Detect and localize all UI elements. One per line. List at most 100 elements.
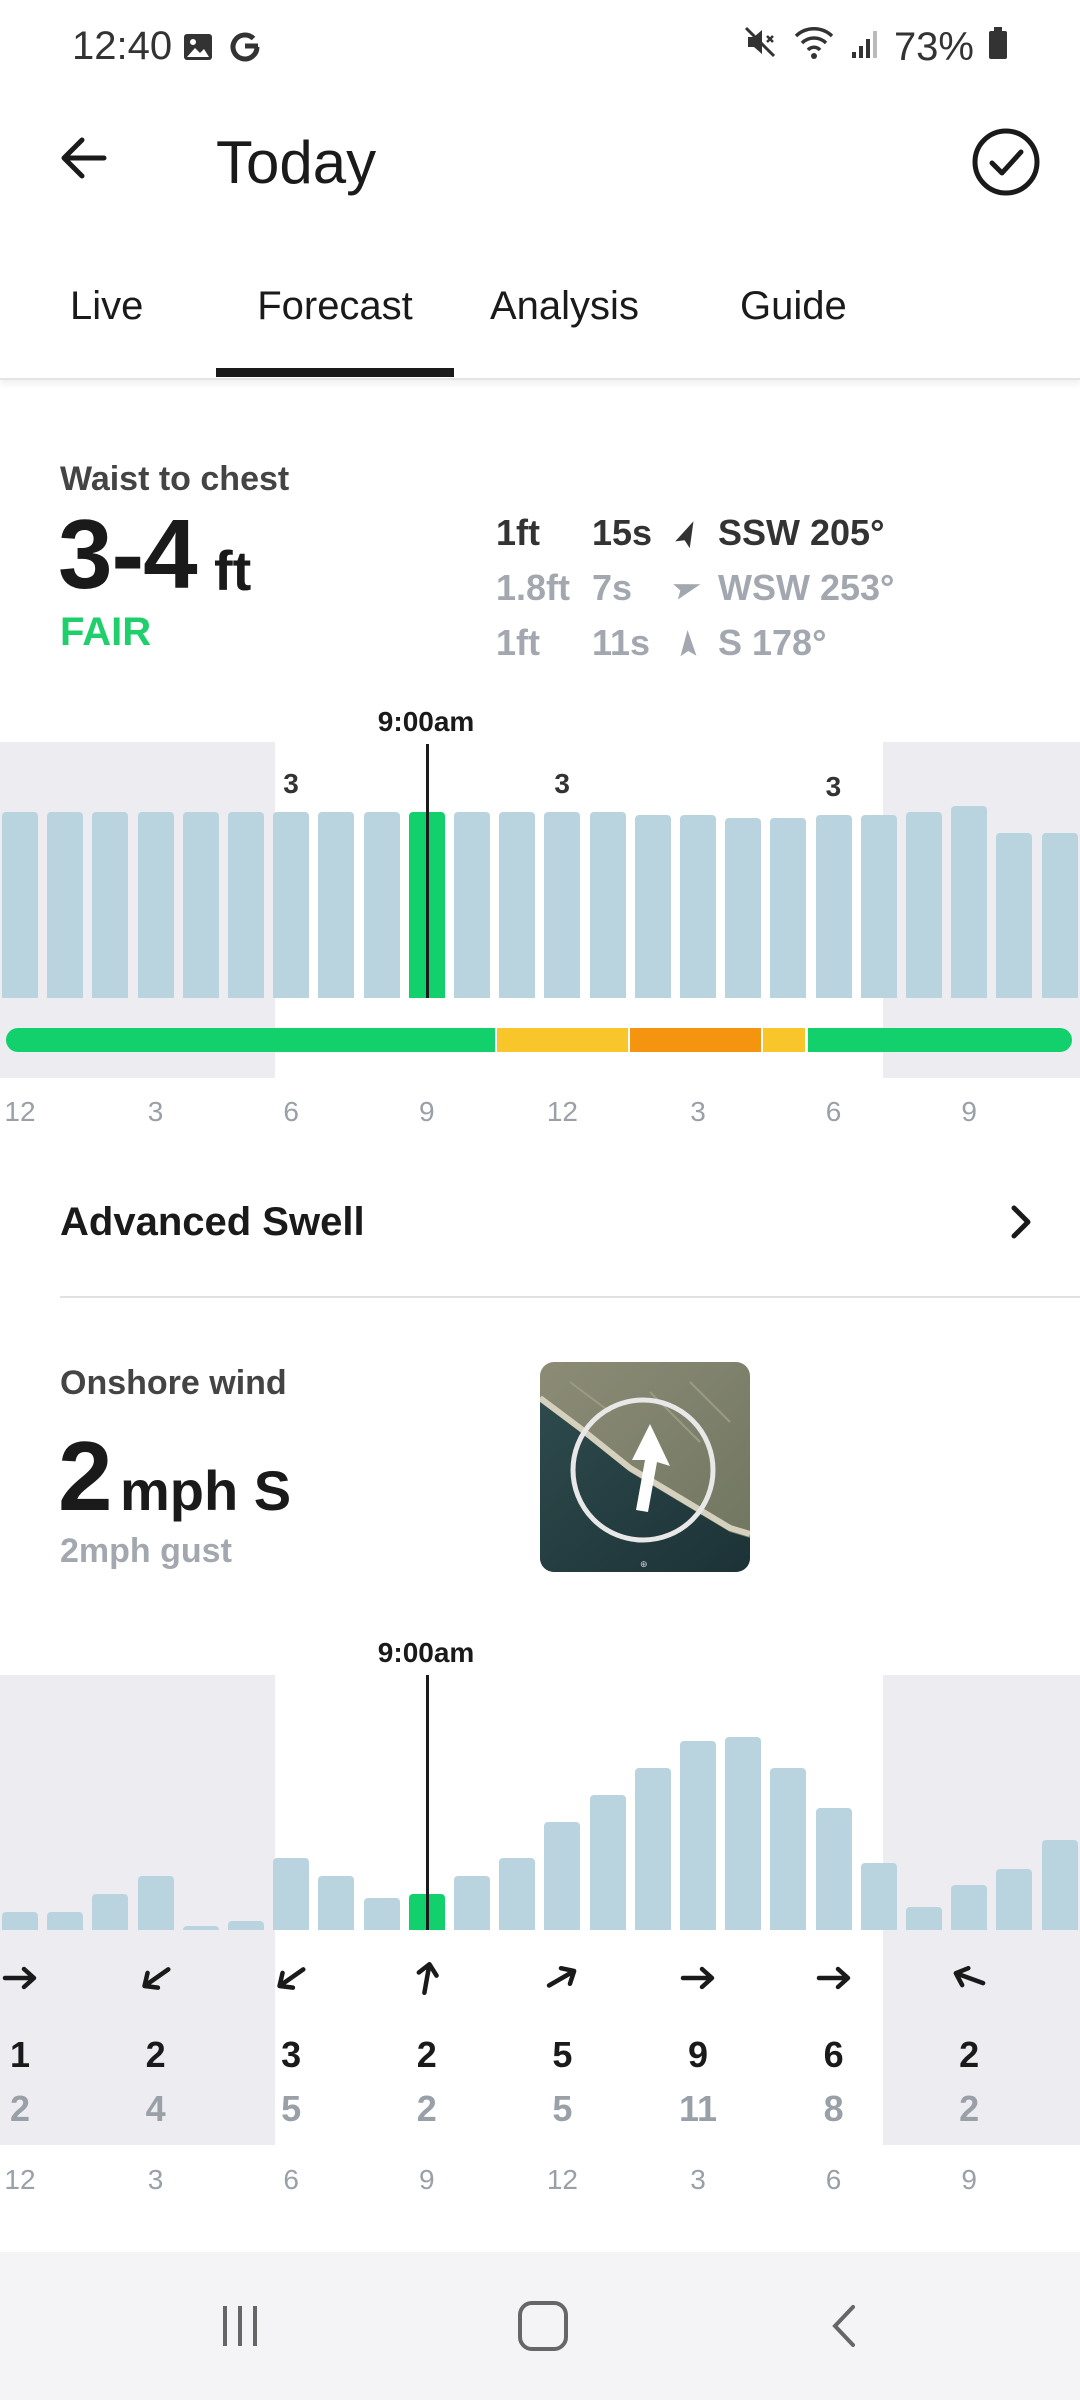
wind-average-value: 3 <box>281 2034 302 2075</box>
surf-bar <box>1041 833 1078 998</box>
swell-direction-icon <box>668 518 708 549</box>
surf-rating-segment <box>496 1028 628 1052</box>
surf-description: Waist to chest <box>60 460 290 498</box>
surf-bar <box>996 833 1033 998</box>
wind-gust-value: 2 <box>9 2088 31 2129</box>
time-axis-label: 12 <box>4 1096 36 1127</box>
swell-period: 7s <box>592 567 633 608</box>
time-axis-label: 12 <box>546 1096 578 1127</box>
swell-row-primary: 1ft 15s SSW 205° <box>496 508 884 558</box>
wind-gust-value: 5 <box>281 2088 302 2129</box>
tab-guide[interactable]: Guide <box>740 284 847 329</box>
current-time-label: 9:00am <box>377 706 475 737</box>
wind-average-value: 9 <box>687 2034 709 2075</box>
surf-bar <box>634 815 671 998</box>
swell-period: 11s <box>592 622 651 663</box>
wind-bar <box>318 1876 355 1930</box>
wind-bar <box>634 1768 671 1930</box>
current-time-line <box>425 744 429 998</box>
status-time: 12:40 <box>72 24 173 68</box>
satellite-map-image: ⊕ <box>540 1362 750 1572</box>
swell-direction-icon <box>668 573 708 603</box>
back-button[interactable] <box>48 122 120 194</box>
tab-forecast[interactable]: Forecast <box>216 284 454 329</box>
tab-analysis[interactable]: Analysis <box>490 284 639 329</box>
wind-direction-icon <box>944 1953 994 2003</box>
tab-bar: Live Forecast Analysis Guide <box>0 260 1080 380</box>
surf-bar <box>92 812 129 998</box>
surf-bar <box>906 812 942 998</box>
surf-bar <box>725 818 762 998</box>
wind-gust: 2mph gust <box>60 1532 232 1570</box>
wind-gust-value: 4 <box>145 2088 166 2129</box>
surf-height: 3-4 <box>58 499 198 609</box>
swell-height: 1ft <box>496 512 540 553</box>
wind-bar <box>92 1894 129 1930</box>
swell-row-tertiary: 1ft 11s S 178° <box>496 618 826 668</box>
wind-bar <box>137 1876 174 1930</box>
wind-bar <box>680 1741 716 1930</box>
surf-rating-segment <box>629 1028 762 1052</box>
wind-gust-value: 5 <box>552 2088 573 2129</box>
time-axis-label: 9 <box>419 2164 435 2195</box>
check-circle-icon <box>972 128 1040 196</box>
swell-direction-icon <box>668 628 708 658</box>
wind-bar <box>951 1885 988 1930</box>
gallery-notification-icon <box>182 31 214 68</box>
wind-direction-icon <box>131 1953 181 2003</box>
surf-bar <box>228 812 264 998</box>
wind-average-value: 2 <box>416 2034 437 2075</box>
wind-map-thumbnail[interactable]: ⊕ <box>540 1362 750 1572</box>
wind-bar <box>363 1897 400 1930</box>
swell-direction: SSW 205° <box>718 512 885 553</box>
wifi-icon <box>792 24 836 70</box>
time-axis-label: 12 <box>546 2164 578 2195</box>
surf-bar <box>2 812 38 998</box>
swell-height: 1ft <box>496 622 540 663</box>
wind-bar <box>815 1807 852 1930</box>
status-right: 73% <box>742 24 1008 70</box>
wind-bar <box>499 1858 536 1930</box>
surf-bar <box>770 818 807 998</box>
wind-speed: 2 <box>58 1421 113 1531</box>
status-bar: 12:40 73% <box>0 0 1080 96</box>
system-back-icon <box>832 2305 855 2347</box>
wind-gust-value: 2 <box>416 2088 437 2129</box>
home-button[interactable] <box>503 2286 583 2366</box>
time-axis-label: 6 <box>283 2164 299 2195</box>
surf-bar-value-label: 3 <box>825 771 842 802</box>
wind-bar <box>544 1822 581 1930</box>
wind-forecast-chart[interactable]: 9:00am 1 2 2 4 3 5 2 2 5 5 9 11 6 8 2 2 12 3 6 9 12 3 6 9 <box>0 1630 1080 2200</box>
time-axis-label: 3 <box>690 2164 706 2195</box>
surf-bar-value-label: 3 <box>554 768 570 799</box>
current-time-label: 9:00am <box>377 1637 475 1668</box>
wind-unit-direction: mph S <box>120 1459 292 1522</box>
surf-rating-segment <box>807 1028 1072 1052</box>
google-notification-icon <box>228 30 262 69</box>
surf-height-unit: ft <box>214 539 252 602</box>
swell-direction: WSW 253° <box>718 567 895 608</box>
wind-direction-icon <box>809 1953 859 2003</box>
wind-direction-icon <box>673 1953 723 2003</box>
wind-average-value: 5 <box>552 2034 573 2075</box>
home-icon <box>518 2301 568 2351</box>
battery-icon <box>988 25 1008 70</box>
recent-apps-button[interactable] <box>200 2286 280 2366</box>
time-axis-label: 6 <box>825 1096 842 1127</box>
wind-bar <box>906 1906 942 1930</box>
surf-forecast-chart[interactable]: 3 3 3 9:00am 12 3 6 9 12 3 6 9 <box>0 700 1080 1140</box>
chevron-right-icon <box>1011 1205 1031 1239</box>
advanced-swell-row[interactable]: Advanced Swell <box>60 1190 1040 1254</box>
time-axis-label: 9 <box>419 1096 435 1127</box>
swell-direction: S 178° <box>718 622 827 663</box>
system-back-button[interactable] <box>806 2286 886 2366</box>
time-axis-label: 3 <box>690 1096 706 1127</box>
wind-bar <box>860 1863 897 1930</box>
wind-average-value: 2 <box>145 2034 166 2075</box>
confirm-button[interactable] <box>968 124 1044 200</box>
surf-bar <box>499 812 536 998</box>
tab-live[interactable]: Live <box>70 284 143 329</box>
wind-bar <box>996 1868 1033 1930</box>
time-axis-label: 6 <box>283 1096 299 1127</box>
time-axis-label: 9 <box>961 1096 977 1127</box>
